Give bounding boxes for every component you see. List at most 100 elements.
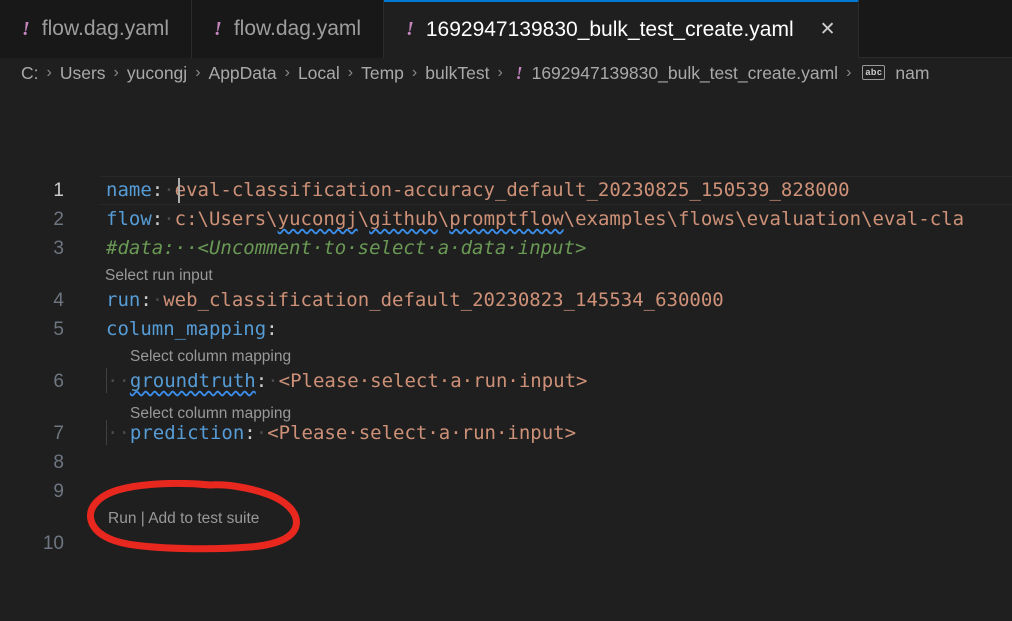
line-number: 6	[53, 371, 64, 392]
codelens-select-column-mapping-1[interactable]: Select column mapping	[130, 345, 291, 369]
breadcrumb-item-file[interactable]: 1692947139830_bulk_test_create.yaml	[529, 63, 841, 84]
code-line-5[interactable]: 5 column_mapping:	[0, 315, 1012, 344]
yaml-value-run: web_classification_default_20230823_1455…	[163, 289, 724, 311]
whitespace-dot: ·	[163, 179, 175, 201]
line-content[interactable]: ··prediction:·<Please·select·a·run·input…	[78, 419, 1012, 448]
code-editor[interactable]: 1 name:·eval-classification-accuracy_def…	[0, 88, 1012, 621]
yaml-warning-icon: !	[22, 17, 30, 40]
line-number: 3	[53, 238, 64, 259]
line-content[interactable]: flow:·c:\Users\yucongj\github\promptflow…	[78, 205, 1012, 234]
whitespace-dot: ·	[255, 422, 268, 444]
path-segment: c:\Users\	[174, 208, 278, 230]
path-separator: \	[437, 208, 450, 230]
breadcrumb-item-drive[interactable]: C:	[18, 63, 42, 84]
editor-tab-bar: ! flow.dag.yaml ! flow.dag.yaml ! 169294…	[0, 0, 1012, 58]
code-line-4[interactable]: 4 run:·web_classification_default_202308…	[0, 286, 1012, 315]
line-number: 2	[53, 209, 64, 230]
yaml-warning-icon: !	[515, 62, 523, 83]
tab-label: 1692947139830_bulk_test_create.yaml	[425, 17, 794, 41]
line-content[interactable]	[78, 448, 1012, 477]
whitespace-dots: ··	[107, 370, 130, 392]
breadcrumb-item-symbol[interactable]: nam	[892, 63, 932, 84]
line-number: 5	[53, 319, 64, 340]
codelens-link-label[interactable]: Select column mapping	[130, 348, 291, 365]
colon: :	[151, 179, 164, 201]
line-number: 9	[53, 481, 64, 502]
path-separator: \	[357, 208, 370, 230]
colon: :	[255, 370, 268, 392]
line-content[interactable]: #data:··<Uncomment·to·select·a·data·inpu…	[78, 234, 1012, 263]
line-content[interactable]	[78, 477, 1012, 506]
yaml-value-name: eval-classification-accuracy_default_202…	[174, 179, 850, 201]
chevron-right-icon: ›	[113, 64, 119, 81]
text-cursor	[178, 178, 180, 203]
tab-label: flow.dag.yaml	[41, 17, 170, 40]
yaml-warning-icon: !	[406, 18, 414, 40]
breadcrumb-item-local[interactable]: Local	[295, 63, 343, 84]
line-number: 8	[53, 452, 64, 473]
path-segment-spellcheck: github	[369, 208, 438, 230]
yaml-value-groundtruth-placeholder: <Please·select·a·run·input>	[278, 370, 588, 392]
chevron-right-icon: ›	[411, 64, 418, 81]
code-line-2[interactable]: 2 flow:·c:\Users\yucongj\github\promptfl…	[0, 205, 1012, 234]
colon: :	[266, 318, 278, 340]
code-line-6[interactable]: 6 ··groundtruth:·<Please·select·a·run·in…	[0, 367, 1012, 396]
code-line-7[interactable]: 7 ··prediction:·<Please·select·a·run·inp…	[0, 419, 1012, 448]
code-line-9[interactable]: 9	[0, 477, 1012, 506]
whitespace-dots: ··	[107, 422, 130, 444]
vscode-window: ! flow.dag.yaml ! flow.dag.yaml ! 169294…	[0, 0, 1012, 621]
yaml-warning-icon: !	[214, 17, 222, 40]
tab-flow-dag-yaml-2[interactable]: ! flow.dag.yaml	[192, 0, 385, 58]
path-segment-spellcheck: promptflow	[449, 208, 564, 230]
path-segment-spellcheck: yucongj	[277, 208, 358, 230]
tab-bar-empty-space	[858, 0, 1012, 57]
breadcrumb-item-temp[interactable]: Temp	[358, 63, 407, 84]
codelens-link-label[interactable]: Select run input	[105, 267, 213, 284]
codelens-run-add-to-test-suite[interactable]: Run | Add to test suite	[108, 507, 259, 531]
chevron-right-icon: ›	[284, 64, 290, 81]
code-line-1[interactable]: 1 name:·eval-classification-accuracy_def…	[0, 176, 1012, 205]
whitespace-dot: ·	[151, 289, 164, 311]
colon: :	[151, 208, 164, 230]
whitespace-dot: ·	[267, 370, 279, 392]
breadcrumb-item-appdata[interactable]: AppData	[206, 63, 280, 84]
chevron-right-icon: ›	[195, 64, 201, 81]
breadcrumb: C: › Users › yucongj › AppData › Local ›…	[0, 58, 1012, 88]
codelens-link-label[interactable]: Run | Add to test suite	[108, 510, 259, 527]
line-content[interactable]: run:·web_classification_default_20230823…	[78, 286, 1012, 315]
close-icon[interactable]: ✕	[820, 20, 836, 39]
tab-bulk-test-create-yaml[interactable]: ! 1692947139830_bulk_test_create.yaml ✕	[384, 0, 859, 58]
yaml-key-prediction: prediction	[129, 422, 245, 444]
yaml-key-flow: flow	[106, 208, 152, 230]
code-line-8[interactable]: 8	[0, 448, 1012, 477]
chevron-right-icon: ›	[846, 64, 852, 81]
line-number: 10	[42, 533, 64, 554]
chevron-right-icon: ›	[497, 64, 503, 81]
line-content[interactable]: column_mapping:	[78, 315, 1012, 344]
line-number: 4	[53, 290, 64, 311]
breadcrumb-item-bulktest[interactable]: bulkTest	[422, 63, 492, 84]
line-content[interactable]	[78, 529, 1012, 558]
breadcrumb-item-yucongj[interactable]: yucongj	[124, 63, 190, 84]
yaml-key-groundtruth: groundtruth	[129, 370, 256, 392]
line-content[interactable]: ··groundtruth:·<Please·select·a·run·inpu…	[78, 367, 1012, 396]
yaml-key-run: run	[106, 289, 141, 311]
chevron-right-icon: ›	[46, 64, 52, 81]
yaml-comment-data: #data:··<Uncomment·to·select·a·data·inpu…	[106, 237, 587, 259]
codelens-select-run-input[interactable]: Select run input	[105, 264, 213, 288]
line-content[interactable]: name:·eval-classification-accuracy_defau…	[78, 176, 1012, 205]
tab-label: flow.dag.yaml	[233, 17, 362, 40]
yaml-value-prediction-placeholder: <Please·select·a·run·input>	[267, 422, 577, 444]
chevron-right-icon: ›	[347, 64, 354, 81]
yaml-key-name: name	[106, 179, 152, 201]
yaml-key-column-mapping: column_mapping	[106, 318, 267, 340]
line-number: 1	[53, 180, 64, 201]
breadcrumb-item-users[interactable]: Users	[57, 63, 109, 84]
line-number: 7	[53, 423, 64, 444]
code-line-3[interactable]: 3 #data:··<Uncomment·to·select·a·data·in…	[0, 234, 1012, 263]
tab-flow-dag-yaml-1[interactable]: ! flow.dag.yaml	[0, 0, 193, 58]
code-line-10[interactable]: 10	[0, 529, 1012, 558]
colon: :	[244, 422, 256, 444]
abc-symbol-icon: abc	[862, 64, 886, 80]
colon: :	[140, 289, 152, 311]
